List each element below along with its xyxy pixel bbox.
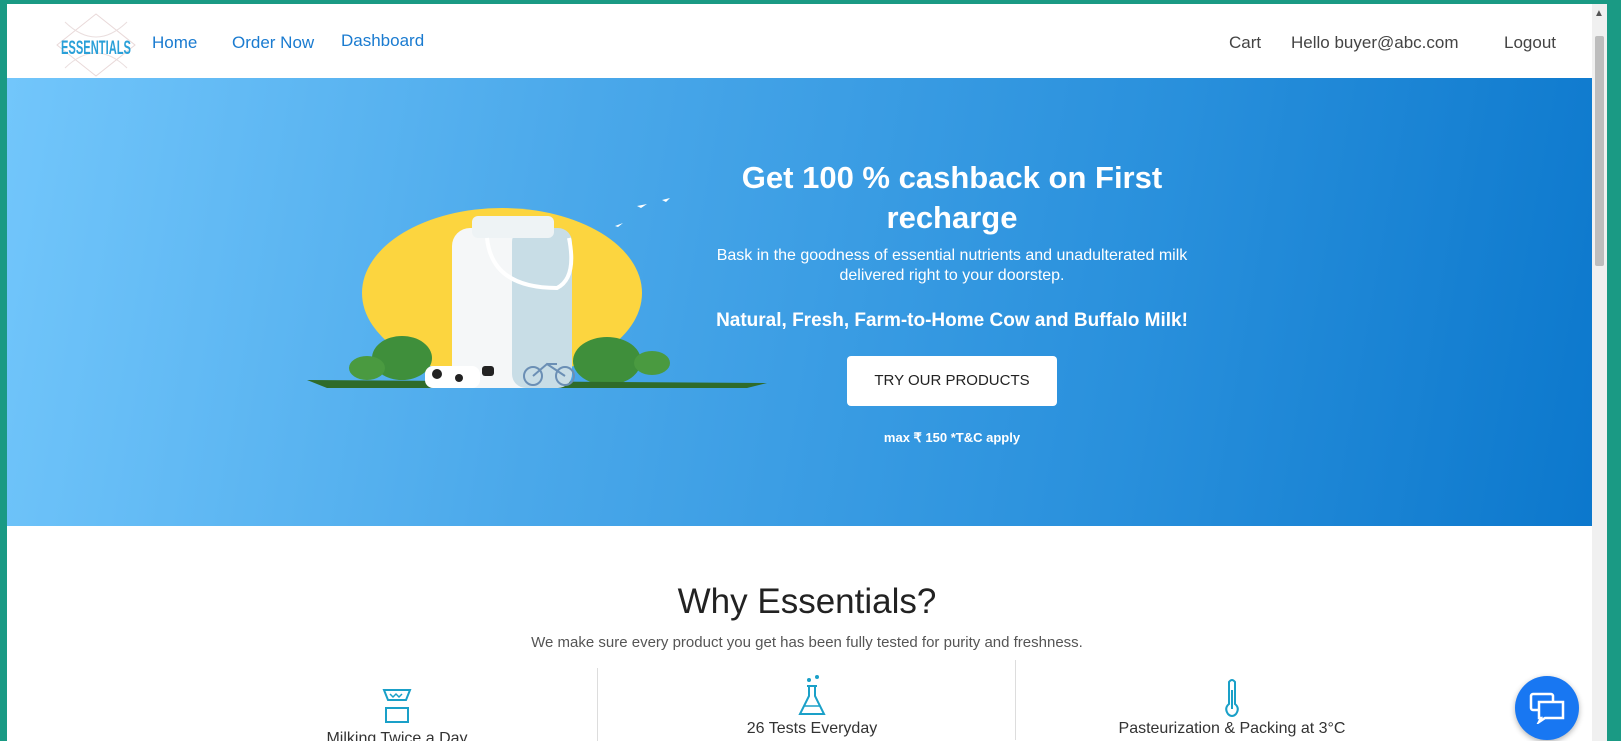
- feature-label: 26 Tests Everyday: [746, 720, 878, 737]
- chat-icon: [1529, 692, 1565, 724]
- hero-content: Get 100 % cashback on First recharge Bas…: [707, 158, 1197, 446]
- nav-dashboard-link[interactable]: Dashboard: [341, 31, 424, 51]
- thermometer-icon: [1225, 679, 1239, 717]
- feature-divider: [597, 668, 598, 741]
- udder-icon: [382, 689, 412, 723]
- hero-banner: Get 100 % cashback on First recharge Bas…: [7, 78, 1607, 526]
- try-our-products-button[interactable]: TRY OUR PRODUCTS: [847, 356, 1057, 406]
- scrollbar-thumb[interactable]: [1595, 36, 1604, 266]
- nav-home-link[interactable]: Home: [152, 33, 197, 53]
- cart-link[interactable]: Cart: [1229, 33, 1261, 53]
- nav-order-now-link[interactable]: Order Now: [232, 33, 314, 53]
- feature-pasteurization: Pasteurization & Packing at 3°C: [1067, 678, 1397, 738]
- page-scrollbar[interactable]: ▲: [1592, 4, 1607, 741]
- logo-text: ESSENTIALS: [61, 38, 131, 59]
- hero-tagline: Natural, Fresh, Farm-to-Home Cow and Buf…: [716, 310, 1188, 331]
- feature-divider: [1015, 660, 1016, 740]
- page: ESSENTIALS Home Order Now Dashboard Cart…: [7, 4, 1607, 741]
- why-title: Why Essentials?: [677, 582, 937, 621]
- essentials-logo[interactable]: ESSENTIALS: [55, 12, 137, 78]
- top-nav: ESSENTIALS Home Order Now Dashboard Cart…: [7, 4, 1607, 78]
- cashback-fine-print: max ₹ 150 *T&C apply: [883, 430, 1021, 445]
- why-subtitle: We make sure every product you get has b…: [531, 634, 1083, 651]
- feature-label: Pasteurization & Packing at 3°C: [1118, 720, 1346, 737]
- chat-button[interactable]: [1515, 676, 1579, 740]
- scroll-up-arrow-icon[interactable]: ▲: [1594, 8, 1604, 19]
- feature-tests: 26 Tests Everyday: [687, 674, 937, 738]
- flask-icon: [798, 675, 826, 715]
- hero-subtitle: Bask in the goodness of essential nutrie…: [716, 247, 1188, 284]
- user-greeting[interactable]: Hello buyer@abc.com: [1291, 33, 1459, 53]
- logout-link[interactable]: Logout: [1504, 33, 1556, 53]
- feature-milking: Milking Twice a Day: [277, 686, 517, 741]
- feature-label: Milking Twice a Day: [326, 730, 468, 741]
- hero-title: Get 100 % cashback on First recharge: [741, 160, 1163, 235]
